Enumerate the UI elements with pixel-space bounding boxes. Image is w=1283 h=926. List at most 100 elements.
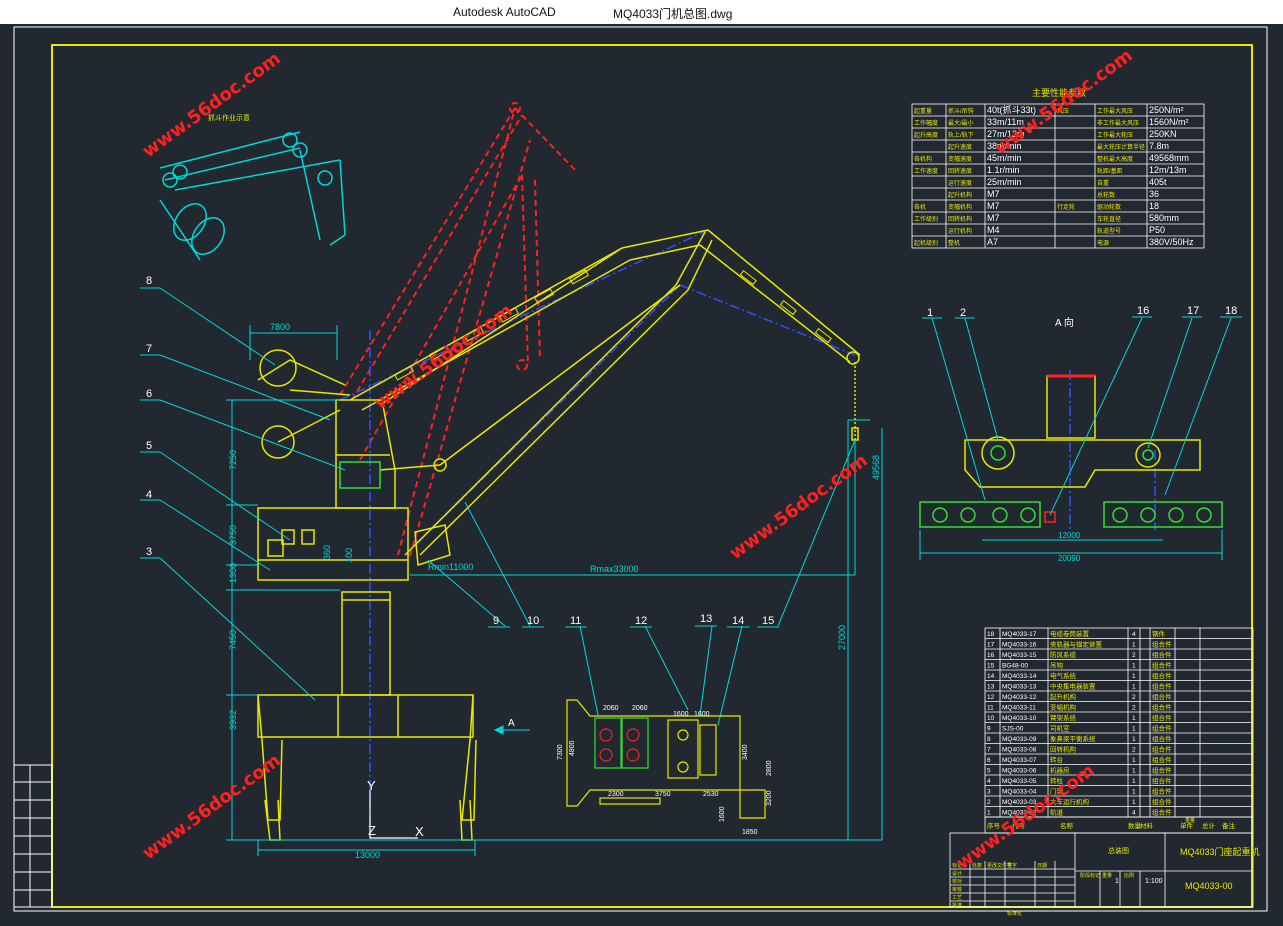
bom-cell: 18 [987,631,995,638]
bom-cell: 1 [1132,757,1136,764]
title-bar: Autodesk AutoCAD MQ4033门机总图.dwg [0,0,1283,24]
bom-cell: 16 [987,652,995,659]
watermark-2: www.56doc.com [371,300,517,414]
bom-cell: 2 [987,799,991,806]
param-cell: 起升高度 [914,131,938,139]
bom-cell: 4 [1132,631,1136,638]
bom-cell: MQ4033-16 [1002,642,1037,649]
param-cell: A7 [987,237,998,247]
balloon-5: 5 [146,440,152,452]
bom-cell: 组合件 [1152,640,1172,649]
bom-cell: 1 [1132,778,1136,785]
balloon-15: 15 [762,615,774,627]
param-cell: P50 [1149,225,1165,235]
drawing-scale: 1:100 [1145,878,1163,885]
bom-cell: SJS-00 [1002,726,1024,733]
dim-1850: 1850 [742,829,758,836]
param-cell: 工作最大轮压 [1097,131,1133,139]
bom-cell: 组合件 [1152,787,1172,796]
bom-cell: 转台 [1050,755,1063,764]
bom-cell: MQ4033-06 [1002,768,1037,775]
bom-cell: 1 [987,810,991,817]
balloon-10: 10 [527,615,539,627]
param-cell: 工作级别 [914,215,938,223]
bom-cell: 臂架系统 [1050,713,1077,722]
drawing-svg[interactable]: 抓斗作业示意 7800 7250 3750 1300 7450 3932 130… [0,24,1283,921]
param-cell: 起升速度 [948,143,972,151]
bom-cell: 11 [987,705,994,712]
bom-cell: 组合件 [1152,692,1172,701]
bom-cell: 中央集电器装置 [1050,682,1096,691]
dim-13000: 13000 [355,850,380,860]
bom-cell: 14 [987,673,995,680]
bom-cell: 1 [1132,663,1136,670]
bom-cell: MQ4033-17 [1002,631,1037,638]
param-cell: 工作速度 [914,167,938,175]
watermark-1: www.56doc.com [139,48,285,162]
bom-cell: MQ4033-08 [1002,747,1037,754]
bom-cell: 组合件 [1152,734,1172,743]
watermark-3: www.56doc.com [726,450,872,564]
stage-label: 阶段标记 [1080,872,1100,879]
bom-cell: 2 [1132,652,1136,659]
axis-y-label: Y [367,778,376,793]
balloon-17: 17 [1187,305,1199,317]
bom-cell: 1 [1132,768,1136,775]
param-cell: 轨上/轨下 [948,131,974,139]
bom-cell: 回转机构 [1050,745,1077,754]
dimension-texts: 7800 7250 3750 1300 7450 3932 13000 2700… [228,322,881,860]
dim-7300: 7300 [557,744,564,760]
param-cell: 49568mm [1149,153,1189,163]
param-cell: 36 [1149,189,1159,199]
bom-cell: MQ4033-11 [1002,705,1036,712]
a-view-label: A 向 [1055,316,1074,329]
bom-cell: 组合件 [1152,755,1172,764]
param-cell: 250KN [1149,129,1177,139]
balloon-6: 6 [146,388,152,400]
bom-cell: 起升机构 [1050,692,1077,701]
arrow-a-label: A [508,718,515,729]
bom-cell: 组合件 [1152,671,1172,680]
drawing-canvas[interactable]: 抓斗作业示意 7800 7250 3750 1300 7450 3932 130… [0,24,1283,921]
sign-label: 审核 [952,886,962,893]
param-cell: 车轮直径 [1097,215,1121,223]
view-arrow-a: A [493,718,530,735]
balloon-1: 1 [927,307,933,319]
bom-cell: 4 [987,778,991,785]
param-cell: 起重量 [914,107,932,115]
sign-label: 批准 [952,902,962,909]
sign-label: 工艺 [952,895,962,901]
bom-cell: 组合件 [1152,713,1172,722]
sign-label: 日期 [1037,863,1047,869]
dim-360: 360 [322,545,332,560]
param-cell: 12m/13m [1149,165,1187,175]
balloon-3: 3 [146,546,152,558]
bom-cell: 3 [987,789,991,796]
sheet-number: 1 [1115,878,1119,885]
bom-cell: 1 [1132,799,1136,806]
bom-header-cell: 总计 [1202,821,1216,830]
dim-7250: 7250 [228,450,238,470]
param-cell: 起机级别 [914,239,938,247]
balloon-12: 12 [635,615,647,627]
dim-20090: 20090 [1058,554,1081,563]
bom-cell: 13 [987,684,995,691]
param-cell: 18 [1149,201,1159,211]
param-cell: 580mm [1149,213,1179,223]
dim-3200: 3200 [766,790,773,806]
balloon-18: 18 [1225,305,1237,317]
bom-cell: 电缆卷筒装置 [1050,629,1090,638]
bom-cell: 防风系缆 [1050,650,1077,659]
bom-cell: 1 [1132,736,1136,743]
dim-100: 100 [344,548,354,563]
param-cell: 变幅机构 [948,203,972,211]
balloon-7: 7 [146,343,152,355]
bom-cell: MQ4033-10 [1002,715,1037,722]
bom-cell: 组合件 [1152,745,1172,754]
bom-cell: MQ4033-14 [1002,673,1037,680]
dim-7800: 7800 [270,322,290,332]
param-cell: 轨道型号 [1097,227,1121,235]
file-name: MQ4033门机总图.dwg [613,7,733,21]
app-name: Autodesk AutoCAD [453,5,556,19]
bom-cell: 组合件 [1152,776,1172,785]
